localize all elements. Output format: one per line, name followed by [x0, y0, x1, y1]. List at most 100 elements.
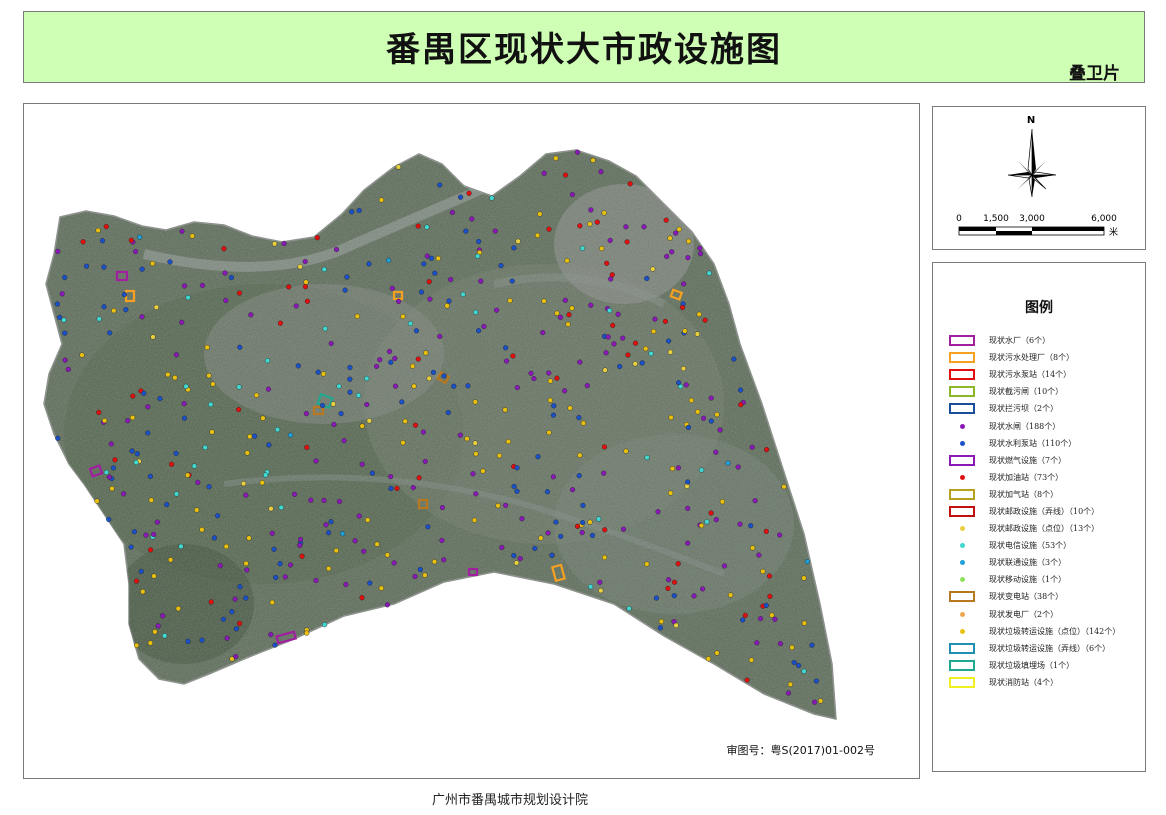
facility-point[interactable]	[94, 498, 100, 504]
facility-point[interactable]	[505, 439, 512, 445]
facility-point[interactable]	[557, 314, 564, 320]
facility-point[interactable]	[676, 226, 682, 232]
facility-point[interactable]	[601, 444, 608, 450]
facility-point[interactable]	[705, 656, 712, 662]
facility-point[interactable]	[322, 326, 328, 332]
facility-point[interactable]	[150, 260, 156, 267]
facility-point[interactable]	[655, 509, 661, 515]
facility-point[interactable]	[386, 348, 393, 355]
facility-point[interactable]	[402, 418, 408, 424]
facility-point[interactable]	[175, 606, 181, 612]
facility-point[interactable]	[541, 298, 547, 304]
facility-point[interactable]	[194, 507, 200, 513]
facility-point[interactable]	[421, 261, 427, 267]
facility-point[interactable]	[222, 270, 228, 276]
facility-point[interactable]	[473, 451, 479, 457]
facility-point[interactable]	[664, 253, 670, 260]
facility-point[interactable]	[607, 237, 613, 244]
facility-point[interactable]	[669, 466, 676, 472]
facility-point[interactable]	[469, 216, 475, 222]
facility-point[interactable]	[154, 519, 161, 525]
facility-point[interactable]	[574, 149, 581, 155]
facility-point[interactable]	[263, 472, 269, 478]
facility-point[interactable]	[236, 290, 243, 296]
facility-point[interactable]	[643, 346, 649, 352]
facility-point[interactable]	[544, 489, 551, 495]
facility-point[interactable]	[667, 235, 673, 241]
facility-point[interactable]	[400, 440, 406, 446]
facility-point[interactable]	[496, 453, 503, 459]
facility-point[interactable]	[777, 640, 784, 647]
facility-point[interactable]	[611, 341, 617, 347]
facility-point[interactable]	[367, 580, 373, 586]
facility-point[interactable]	[562, 297, 568, 303]
facility-point[interactable]	[206, 373, 212, 379]
facility-point[interactable]	[620, 335, 626, 341]
facility-point[interactable]	[148, 497, 154, 503]
facility-point[interactable]	[662, 318, 669, 325]
facility-point[interactable]	[107, 330, 113, 336]
facility-point[interactable]	[374, 541, 380, 547]
facility-point[interactable]	[140, 589, 146, 595]
facility-point[interactable]	[714, 412, 720, 418]
facility-point[interactable]	[99, 238, 106, 244]
facility-point[interactable]	[464, 436, 470, 442]
facility-point[interactable]	[133, 578, 140, 584]
facility-point[interactable]	[361, 548, 367, 554]
facility-point[interactable]	[801, 620, 808, 626]
facility-point[interactable]	[558, 533, 564, 540]
facility-point[interactable]	[136, 234, 143, 240]
facility-point[interactable]	[359, 423, 365, 429]
facility-point[interactable]	[708, 418, 714, 424]
facility-point[interactable]	[259, 480, 265, 486]
facility-point[interactable]	[150, 334, 156, 340]
facility-point[interactable]	[265, 386, 272, 392]
facility-point[interactable]	[236, 407, 242, 413]
facility-point[interactable]	[652, 316, 658, 322]
facility-point[interactable]	[303, 411, 310, 417]
facility-point[interactable]	[478, 278, 484, 284]
facility-point[interactable]	[132, 249, 139, 255]
facility-point[interactable]	[61, 317, 67, 323]
facility-point[interactable]	[514, 385, 520, 391]
facility-point[interactable]	[153, 304, 160, 310]
facility-point[interactable]	[748, 657, 755, 663]
facility-point[interactable]	[472, 399, 478, 405]
facility-point[interactable]	[503, 345, 509, 351]
facility-point[interactable]	[598, 588, 604, 594]
facility-point[interactable]	[271, 546, 277, 552]
facility-point[interactable]	[320, 371, 327, 377]
facility-point[interactable]	[537, 211, 543, 217]
facility-point[interactable]	[185, 472, 191, 478]
facility-point[interactable]	[698, 523, 705, 529]
facility-point[interactable]	[766, 573, 773, 579]
facility-point[interactable]	[147, 640, 154, 646]
facility-point[interactable]	[594, 219, 600, 225]
facility-point[interactable]	[206, 484, 212, 490]
facility-point[interactable]	[653, 595, 660, 601]
facility-point[interactable]	[625, 352, 631, 358]
facility-point[interactable]	[269, 530, 275, 536]
facility-point[interactable]	[260, 415, 266, 421]
facility-point[interactable]	[101, 304, 107, 310]
facility-point[interactable]	[210, 381, 216, 387]
facility-point[interactable]	[667, 490, 674, 496]
facility-point[interactable]	[304, 630, 310, 636]
facility-point[interactable]	[589, 532, 596, 539]
facility-point[interactable]	[321, 266, 327, 273]
facility-point[interactable]	[431, 559, 438, 565]
facility-point[interactable]	[451, 383, 457, 389]
facility-point[interactable]	[511, 553, 517, 559]
facility-point[interactable]	[110, 465, 117, 471]
facility-point[interactable]	[268, 506, 274, 512]
facility-point[interactable]	[269, 599, 275, 606]
facility-point[interactable]	[742, 612, 748, 619]
facility-point[interactable]	[413, 328, 420, 334]
facility-point[interactable]	[125, 418, 131, 424]
facility-point[interactable]	[609, 272, 615, 278]
facility-point[interactable]	[423, 350, 429, 356]
facility-point[interactable]	[744, 677, 750, 683]
facility-point[interactable]	[147, 547, 154, 553]
facility-point[interactable]	[246, 535, 252, 541]
facility-point[interactable]	[627, 181, 633, 187]
